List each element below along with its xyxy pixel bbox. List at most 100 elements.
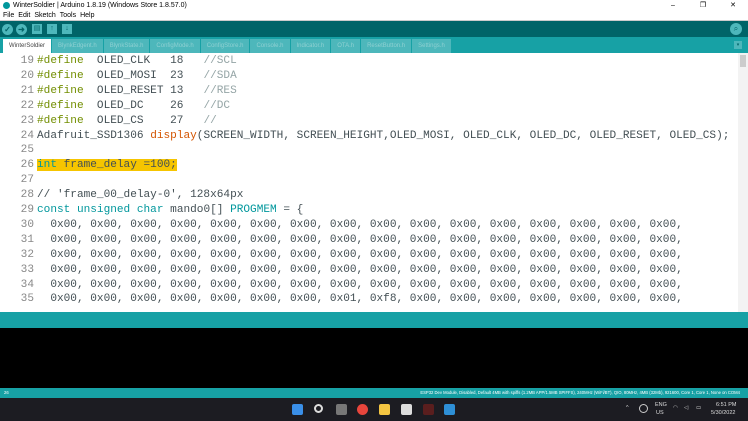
menu-file[interactable]: File bbox=[3, 12, 14, 19]
code-token: int bbox=[37, 159, 57, 172]
language-code[interactable]: ENG bbox=[655, 402, 667, 408]
open-button[interactable]: ↑ bbox=[47, 24, 57, 34]
upload-button[interactable]: ➜ bbox=[16, 23, 27, 35]
code-token: frame_delay =100; bbox=[56, 159, 177, 172]
code-token: #define bbox=[37, 69, 84, 82]
code-line[interactable]: 23 #define OLED_CS 27 // bbox=[0, 114, 217, 129]
tab-blynkstate[interactable]: BlynkState.h bbox=[103, 39, 150, 53]
tray-chevron-icon[interactable]: ^ bbox=[626, 405, 629, 411]
code-token: mando0[] bbox=[163, 204, 231, 216]
tab-blynkedgent[interactable]: BlynkEdgent.h bbox=[52, 39, 103, 53]
line-number: 35 bbox=[20, 293, 34, 306]
line-number: 30 bbox=[20, 218, 34, 231]
save-button[interactable]: ↓ bbox=[62, 24, 72, 34]
code-line[interactable]: 32 0x00, 0x00, 0x00, 0x00, 0x00, 0x00, 0… bbox=[0, 248, 683, 263]
code-token: 0x00, 0x00, 0x00, 0x00, 0x00, 0x00, 0x00… bbox=[37, 248, 683, 261]
tab-resetbutton[interactable]: ResetButton.h bbox=[361, 39, 412, 53]
code-editor[interactable]: 19 #define OLED_CLK 18 //SCL 20 #define OLE… bbox=[0, 53, 748, 312]
board-info: ESP32 Dev Module, Disabled, Default 4MB … bbox=[420, 390, 740, 395]
arduino-taskbar-icon[interactable] bbox=[444, 404, 455, 415]
code-token: OLED_CLK 18 bbox=[83, 55, 204, 67]
code-token: #define bbox=[37, 55, 84, 67]
new-button[interactable]: ▤ bbox=[32, 24, 42, 34]
code-line[interactable]: 21 #define OLED_RESET 13 //RES bbox=[0, 84, 237, 99]
code-token: //RES bbox=[203, 84, 237, 97]
arduino-logo-icon bbox=[3, 2, 10, 9]
code-line[interactable]: 29 const unsigned char mando0[] PROGMEM =… bbox=[0, 203, 304, 218]
code-line[interactable]: 27 bbox=[0, 173, 37, 188]
editor-scrollbar[interactable] bbox=[738, 53, 748, 312]
tab-bar: WinterSoldier BlynkEdgent.h BlynkState.h… bbox=[0, 37, 748, 53]
tab-menu-button[interactable]: ▾ bbox=[734, 41, 742, 49]
tab-settings[interactable]: Settings.h bbox=[412, 39, 451, 53]
clock-date[interactable]: 5/30/2022 bbox=[711, 410, 735, 416]
verify-button[interactable]: ✓ bbox=[2, 23, 13, 35]
code-line[interactable]: 28// 'frame_00_delay-0', 128x64px bbox=[0, 188, 244, 203]
line-number: 29 bbox=[20, 204, 34, 216]
scrollbar-thumb[interactable] bbox=[740, 55, 746, 67]
wifi-icon[interactable]: ◠ bbox=[673, 405, 678, 411]
task-view-icon[interactable] bbox=[336, 404, 347, 415]
clock-time[interactable]: 6:51 PM bbox=[716, 402, 736, 408]
close-button[interactable]: ✕ bbox=[718, 0, 748, 11]
menu-tools[interactable]: Tools bbox=[60, 12, 76, 19]
microsoft-store-icon[interactable] bbox=[401, 404, 412, 415]
code-line[interactable]: 26 int frame_delay =100; bbox=[0, 158, 177, 173]
code-token: 0x00, 0x00, 0x00, 0x00, 0x00, 0x00, 0x00… bbox=[37, 293, 683, 306]
line-number: 28 bbox=[20, 189, 34, 202]
tab-ota[interactable]: OTA.h bbox=[331, 39, 361, 53]
line-number: 21 bbox=[20, 84, 34, 97]
line-number: 34 bbox=[20, 278, 34, 291]
code-token: // 'frame_00_delay-0', 128x64px bbox=[37, 189, 244, 202]
start-icon[interactable] bbox=[292, 404, 303, 415]
code-line[interactable]: 19 #define OLED_CLK 18 //SCL bbox=[0, 54, 237, 69]
code-line[interactable]: 20 #define OLED_MOSI 23 //SDA bbox=[0, 69, 237, 84]
maximize-button[interactable]: ❐ bbox=[688, 0, 718, 11]
code-line[interactable]: 22 #define OLED_DC 26 //DC bbox=[0, 99, 230, 114]
line-number: 25 bbox=[20, 144, 34, 157]
code-token: (SCREEN_WIDTH, SCREEN_HEIGHT,OLED_MOSI, … bbox=[196, 129, 730, 142]
code-token: OLED_CS 27 bbox=[83, 114, 204, 127]
code-token: Adafruit_SSD1306 bbox=[37, 129, 151, 142]
console-output bbox=[0, 328, 748, 388]
tab-console[interactable]: Console.h bbox=[250, 39, 290, 53]
toolbar: ✓ ➜ ▤ ↑ ↓ ⌕ bbox=[0, 21, 748, 37]
code-token: PROGMEM bbox=[230, 204, 277, 216]
current-line-number: 26 bbox=[4, 390, 9, 395]
tab-configstore[interactable]: ConfigStore.h bbox=[200, 39, 250, 53]
code-line[interactable]: 24 Adafruit_SSD1306 display(SCREEN_WIDTH,… bbox=[0, 129, 730, 144]
game-app-icon[interactable] bbox=[423, 404, 434, 415]
code-line[interactable]: 33 0x00, 0x00, 0x00, 0x00, 0x00, 0x00, 0… bbox=[0, 263, 683, 278]
title-bar: WinterSoldier | Arduino 1.8.19 (Windows … bbox=[0, 0, 748, 11]
code-token: #define bbox=[37, 84, 84, 97]
serial-monitor-button[interactable]: ⌕ bbox=[730, 23, 742, 35]
line-number: 26 bbox=[20, 159, 34, 172]
line-number: 20 bbox=[20, 69, 34, 82]
chrome-icon[interactable] bbox=[357, 404, 368, 415]
code-token: // bbox=[203, 114, 217, 127]
region-code: US bbox=[656, 410, 664, 416]
onedrive-icon[interactable] bbox=[639, 404, 648, 413]
tab-indicator[interactable]: Indicator.h bbox=[290, 39, 331, 53]
code-token: //SDA bbox=[203, 69, 237, 82]
file-explorer-icon[interactable] bbox=[379, 404, 390, 415]
menu-bar: File Edit Sketch Tools Help bbox=[0, 11, 748, 21]
line-number: 24 bbox=[20, 129, 34, 142]
code-line[interactable]: 25 bbox=[0, 143, 37, 158]
code-line[interactable]: 35 0x00, 0x00, 0x00, 0x00, 0x00, 0x00, 0… bbox=[0, 292, 683, 307]
code-line[interactable]: 30 0x00, 0x00, 0x00, 0x00, 0x00, 0x00, 0… bbox=[0, 218, 683, 233]
search-icon[interactable] bbox=[314, 404, 323, 413]
volume-icon[interactable]: ◁ bbox=[684, 405, 688, 411]
menu-edit[interactable]: Edit bbox=[18, 12, 30, 19]
code-token: #define bbox=[37, 114, 84, 127]
battery-icon[interactable]: ▭ bbox=[696, 405, 701, 411]
menu-sketch[interactable]: Sketch bbox=[34, 12, 55, 19]
tab-wintersoldier[interactable]: WinterSoldier bbox=[3, 39, 52, 53]
code-line[interactable]: 31 0x00, 0x00, 0x00, 0x00, 0x00, 0x00, 0… bbox=[0, 233, 683, 248]
code-line[interactable]: 34 0x00, 0x00, 0x00, 0x00, 0x00, 0x00, 0… bbox=[0, 278, 683, 293]
tab-configmode[interactable]: ConfigMode.h bbox=[150, 39, 200, 53]
menu-help[interactable]: Help bbox=[80, 12, 94, 19]
line-number: 23 bbox=[20, 114, 34, 127]
line-number: 22 bbox=[20, 99, 34, 112]
minimize-button[interactable]: – bbox=[658, 0, 688, 11]
